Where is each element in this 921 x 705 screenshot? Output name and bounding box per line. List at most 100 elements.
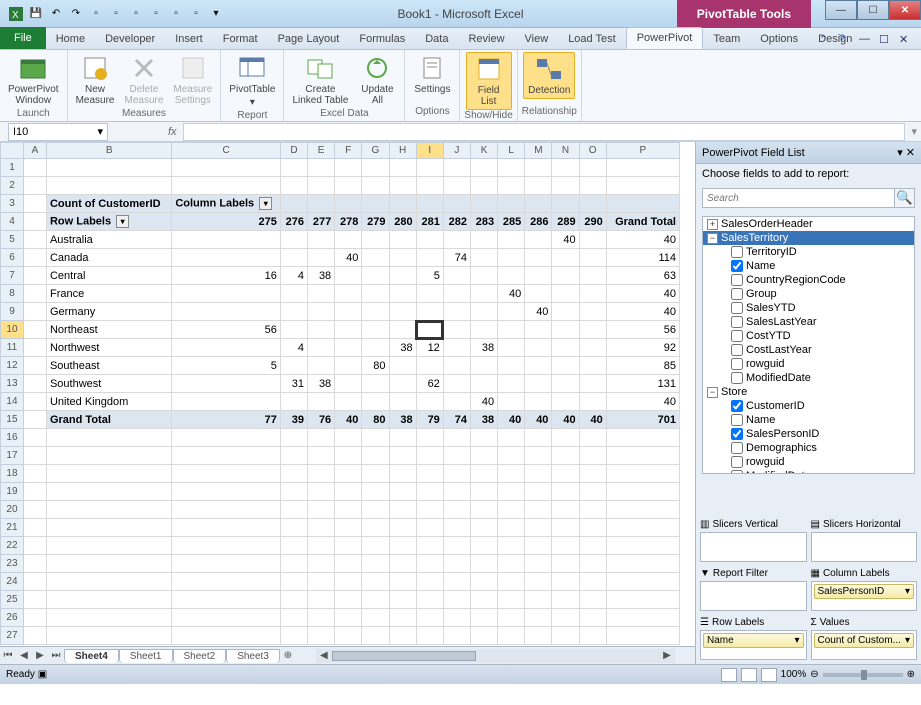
table-row[interactable]: 22 bbox=[1, 537, 680, 555]
qat-item-5[interactable]: ▫ bbox=[168, 6, 184, 22]
table-row[interactable]: 9Germany4040 bbox=[1, 303, 680, 321]
column-chip[interactable]: SalesPersonID▾ bbox=[814, 584, 915, 599]
table-row[interactable]: 6Canada4074114 bbox=[1, 249, 680, 267]
row-header[interactable]: 8 bbox=[1, 285, 24, 303]
search-input[interactable] bbox=[703, 189, 894, 207]
field-checkbox[interactable] bbox=[731, 414, 743, 426]
field-modifieddate[interactable]: ModifiedDate bbox=[703, 469, 914, 474]
col-I[interactable]: I bbox=[416, 143, 443, 159]
table-row[interactable]: 7Central16438563 bbox=[1, 267, 680, 285]
formula-expand-icon[interactable]: ▾ bbox=[911, 125, 917, 138]
update-all-button[interactable]: Update All bbox=[354, 52, 400, 108]
tab-powerpivot[interactable]: PowerPivot bbox=[626, 27, 704, 49]
qat-dropdown-icon[interactable]: ▾ bbox=[208, 6, 224, 22]
table-row[interactable]: 8France4040 bbox=[1, 285, 680, 303]
undo-icon[interactable]: ↶ bbox=[48, 6, 64, 22]
col-P[interactable]: P bbox=[606, 143, 679, 159]
table-row[interactable]: 2 bbox=[1, 177, 680, 195]
field-checkbox[interactable] bbox=[731, 330, 743, 342]
tab-format[interactable]: Format bbox=[213, 29, 268, 49]
doc-restore-icon[interactable]: ☐ bbox=[879, 33, 895, 49]
field-checkbox[interactable] bbox=[731, 470, 743, 474]
fx-icon[interactable]: fx bbox=[168, 126, 177, 138]
table-row[interactable]: 15Grand Total773976408038797438404040407… bbox=[1, 411, 680, 429]
table-row[interactable]: 10Northeast5656 bbox=[1, 321, 680, 339]
zoom-out-icon[interactable]: ⊖ bbox=[810, 669, 818, 680]
field-checkbox[interactable] bbox=[731, 372, 743, 384]
field-tree[interactable]: +SalesOrderHeader −SalesTerritory Territ… bbox=[702, 216, 915, 474]
tab-pagelayout[interactable]: Page Layout bbox=[268, 29, 350, 49]
field-name[interactable]: Name bbox=[703, 259, 914, 273]
tab-loadtest[interactable]: Load Test bbox=[558, 29, 626, 49]
table-row[interactable]: 4Row Labels ▾275276277278279280281282283… bbox=[1, 213, 680, 231]
row-header[interactable]: 22 bbox=[1, 537, 24, 555]
field-territoryid[interactable]: TerritoryID bbox=[703, 245, 914, 259]
table-salesorderheader[interactable]: +SalesOrderHeader bbox=[703, 217, 914, 231]
row-header[interactable]: 13 bbox=[1, 375, 24, 393]
row-header[interactable]: 5 bbox=[1, 231, 24, 249]
pagebreak-view-icon[interactable] bbox=[761, 668, 777, 682]
redo-icon[interactable]: ↷ bbox=[68, 6, 84, 22]
row-header[interactable]: 21 bbox=[1, 519, 24, 537]
row-header[interactable]: 7 bbox=[1, 267, 24, 285]
table-row[interactable]: 14United Kingdom4040 bbox=[1, 393, 680, 411]
row-labels-area[interactable]: Name▾ bbox=[700, 630, 807, 660]
normal-view-icon[interactable] bbox=[721, 668, 737, 682]
tab-developer[interactable]: Developer bbox=[95, 29, 165, 49]
tab-data[interactable]: Data bbox=[415, 29, 458, 49]
select-all-corner[interactable] bbox=[1, 143, 24, 159]
tab-insert[interactable]: Insert bbox=[165, 29, 213, 49]
row-header[interactable]: 18 bbox=[1, 465, 24, 483]
col-H[interactable]: H bbox=[389, 143, 416, 159]
column-labels-area[interactable]: SalesPersonID▾ bbox=[811, 581, 918, 611]
row-header[interactable]: 10 bbox=[1, 321, 24, 339]
field-checkbox[interactable] bbox=[731, 456, 743, 468]
field-checkbox[interactable] bbox=[731, 442, 743, 454]
field-customerid[interactable]: CustomerID bbox=[703, 399, 914, 413]
table-row[interactable]: 12Southeast58085 bbox=[1, 357, 680, 375]
close-button[interactable]: ✕ bbox=[889, 0, 921, 20]
macro-icon[interactable]: ▣ bbox=[38, 669, 47, 680]
maximize-button[interactable]: ☐ bbox=[857, 0, 889, 20]
sheet-nav-prev[interactable]: ◀ bbox=[16, 650, 32, 661]
tab-formulas[interactable]: Formulas bbox=[349, 29, 415, 49]
field-search[interactable]: 🔍 bbox=[702, 188, 915, 208]
field-checkbox[interactable] bbox=[731, 428, 743, 440]
field-checkbox[interactable] bbox=[731, 344, 743, 356]
table-row[interactable]: 27 bbox=[1, 627, 680, 645]
row-header[interactable]: 2 bbox=[1, 177, 24, 195]
create-linked-table-button[interactable]: Create Linked Table bbox=[288, 52, 352, 108]
row-header[interactable]: 26 bbox=[1, 609, 24, 627]
collapse-icon[interactable]: − bbox=[707, 387, 718, 398]
table-row[interactable]: 3Count of CustomerIDColumn Labels ▾ bbox=[1, 195, 680, 213]
field-costytd[interactable]: CostYTD bbox=[703, 329, 914, 343]
table-row[interactable]: 20 bbox=[1, 501, 680, 519]
row-header[interactable]: 24 bbox=[1, 573, 24, 591]
table-salesterritory[interactable]: −SalesTerritory bbox=[703, 231, 914, 245]
table-row[interactable]: 24 bbox=[1, 573, 680, 591]
col-D[interactable]: D bbox=[280, 143, 307, 159]
col-A[interactable]: A bbox=[23, 143, 46, 159]
row-header[interactable]: 3 bbox=[1, 195, 24, 213]
row-header[interactable]: 11 bbox=[1, 339, 24, 357]
sheet-nav-first[interactable]: ⏮ bbox=[0, 650, 16, 661]
table-row[interactable]: 1 bbox=[1, 159, 680, 177]
row-header[interactable]: 1 bbox=[1, 159, 24, 177]
table-row[interactable]: 23 bbox=[1, 555, 680, 573]
qat-item-6[interactable]: ▫ bbox=[188, 6, 204, 22]
col-J[interactable]: J bbox=[443, 143, 470, 159]
qat-item-3[interactable]: ▫ bbox=[128, 6, 144, 22]
save-icon[interactable]: 💾 bbox=[28, 6, 44, 22]
row-header[interactable]: 4 bbox=[1, 213, 24, 231]
qat-item-4[interactable]: ▫ bbox=[148, 6, 164, 22]
values-chip[interactable]: Count of Custom...▾ bbox=[814, 633, 915, 648]
table-store[interactable]: −Store bbox=[703, 385, 914, 399]
col-C[interactable]: C bbox=[172, 143, 281, 159]
horizontal-scrollbar[interactable]: ◀▶ bbox=[316, 649, 675, 663]
sheet-nav-last[interactable]: ⏭ bbox=[48, 650, 64, 661]
detection-button[interactable]: Detection bbox=[523, 52, 575, 99]
field-countryregioncode[interactable]: CountryRegionCode bbox=[703, 273, 914, 287]
tab-review[interactable]: Review bbox=[458, 29, 514, 49]
table-row[interactable]: 13Southwest313862131 bbox=[1, 375, 680, 393]
sheet-nav-next[interactable]: ▶ bbox=[32, 650, 48, 661]
